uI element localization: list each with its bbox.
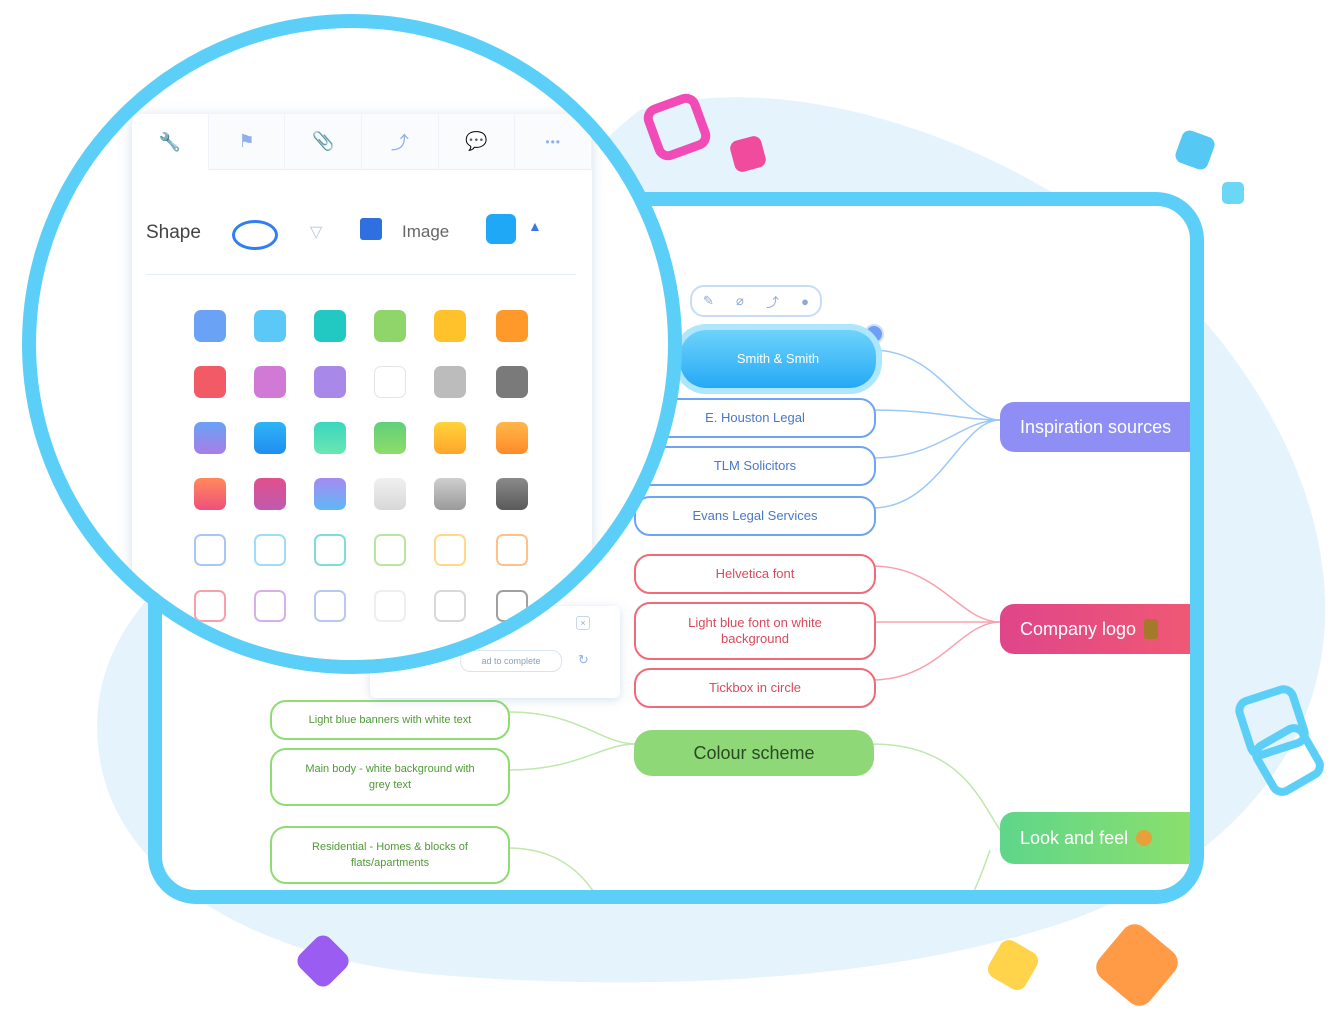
format-panel: 🔧 ⚑ 📎 ⤴ 💬 ••• Shape ▽ Image ▲ [132, 114, 593, 660]
node-main-body[interactable]: Main body - white background with grey t… [270, 748, 510, 806]
gradient-swatch[interactable] [194, 422, 226, 454]
wrench-icon: 🔧 [158, 131, 182, 152]
outline-swatch[interactable] [496, 534, 528, 566]
format-panel-tabs: 🔧 ⚑ 📎 ⤴ 💬 ••• [132, 114, 593, 170]
chevron-up-icon[interactable]: ▲ [528, 218, 542, 234]
outline-swatch[interactable] [374, 590, 406, 622]
outline-swatch[interactable] [434, 534, 466, 566]
outline-swatch[interactable] [374, 534, 406, 566]
outline-swatch[interactable] [496, 590, 528, 622]
hub-look-and-feel[interactable]: Look and feel [1000, 812, 1190, 864]
gradient-swatch[interactable] [434, 422, 466, 454]
gradient-swatch[interactable] [374, 422, 406, 454]
color-swatch[interactable] [194, 310, 226, 342]
more-icon: ••• [545, 134, 561, 149]
color-swatch[interactable] [194, 366, 226, 398]
color-swatch[interactable] [434, 366, 466, 398]
color-swatch[interactable] [434, 310, 466, 342]
outline-swatch[interactable] [254, 534, 286, 566]
node-residential[interactable]: Residential - Homes & blocks of flats/ap… [270, 826, 510, 884]
shape-selector[interactable] [232, 220, 278, 250]
pencil-icon[interactable]: ✎ [703, 293, 714, 309]
shape-label: Shape [146, 222, 201, 243]
gradient-swatch[interactable] [254, 422, 286, 454]
outline-swatch[interactable] [194, 534, 226, 566]
flag-icon: ⚑ [238, 131, 255, 151]
chevron-down-icon[interactable]: ▽ [310, 222, 322, 242]
node-tlm-solicitors[interactable]: TLM Solicitors [634, 446, 876, 486]
node-tickbox-in-circle[interactable]: Tickbox in circle [634, 668, 876, 708]
decor-square-cyan-small [1222, 182, 1244, 204]
image-icon[interactable] [360, 218, 382, 240]
tab-connections[interactable]: ⤴ [362, 114, 439, 170]
gradient-swatch[interactable] [314, 478, 346, 510]
hub-company-logo[interactable]: Company logo [1000, 604, 1190, 654]
tab-more[interactable]: ••• [515, 114, 593, 170]
gradient-swatch[interactable] [374, 478, 406, 510]
color-swatch[interactable] [496, 310, 528, 342]
tab-comments[interactable]: 💬 [438, 114, 516, 170]
node-colour-scheme[interactable]: Colour scheme [634, 730, 874, 776]
gradient-swatch[interactable] [496, 478, 528, 510]
color-swatch[interactable] [496, 366, 528, 398]
connector-icon[interactable]: ⤴ [766, 292, 779, 311]
outline-swatch[interactable] [314, 534, 346, 566]
logo-image-icon [1144, 619, 1159, 639]
color-swatch[interactable] [254, 310, 286, 342]
color-button[interactable] [486, 214, 516, 244]
gradient-swatch[interactable] [496, 422, 528, 454]
paperclip-icon: 📎 [311, 131, 335, 151]
connector-icon: ⤴ [390, 132, 409, 153]
panel-divider [146, 274, 576, 275]
outline-swatch[interactable] [314, 590, 346, 622]
paperclip-icon[interactable]: ⌀ [736, 293, 744, 309]
comment-icon[interactable]: ● [801, 294, 809, 309]
outline-swatch[interactable] [254, 590, 286, 622]
gradient-swatch[interactable] [254, 478, 286, 510]
node-helvetica-font[interactable]: Helvetica font [634, 554, 876, 594]
gradient-swatch[interactable] [434, 478, 466, 510]
gradient-swatch[interactable] [314, 422, 346, 454]
gradient-swatch[interactable] [194, 478, 226, 510]
node-light-blue-font[interactable]: Light blue font on white background [634, 602, 876, 660]
color-swatch[interactable] [374, 310, 406, 342]
node-partial-next[interactable] [270, 892, 510, 904]
tab-flag[interactable]: ⚑ [208, 114, 286, 170]
tab-style[interactable]: 🔧 [132, 114, 209, 170]
image-label[interactable]: Image [402, 222, 449, 242]
hub-inspiration-sources[interactable]: Inspiration sources [1000, 402, 1190, 452]
color-swatch[interactable] [374, 366, 406, 398]
node-light-blue-banners[interactable]: Light blue banners with white text [270, 700, 510, 740]
color-swatch[interactable] [314, 366, 346, 398]
node-evans-legal-services[interactable]: Evans Legal Services [634, 496, 876, 536]
tab-attachment[interactable]: 📎 [285, 114, 363, 170]
node-mini-toolbar: ✎ ⌀ ⤴ ● [690, 285, 822, 317]
comment-icon: 💬 [465, 131, 488, 151]
outline-swatch[interactable] [434, 590, 466, 622]
color-swatch[interactable] [254, 366, 286, 398]
magnifier-lens: 🔧 ⚑ 📎 ⤴ 💬 ••• Shape ▽ Image ▲ [22, 14, 682, 674]
color-swatch[interactable] [314, 310, 346, 342]
palette-icon [1136, 830, 1153, 846]
node-smith-smith[interactable]: Smith & Smith [680, 330, 876, 388]
outline-swatch[interactable] [194, 590, 226, 622]
